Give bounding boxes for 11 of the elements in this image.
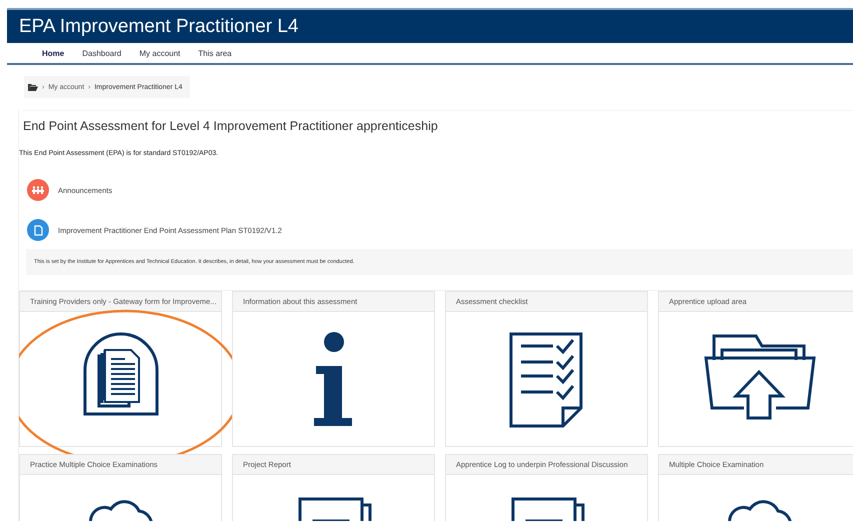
nav-link[interactable]: Dashboard <box>73 48 130 58</box>
page-heading: End Point Assessment for Level 4 Improvement Practitioner apprenticeship <box>23 110 853 133</box>
folder-icon <box>28 83 38 91</box>
folder-upload-icon <box>704 332 816 420</box>
checklist-icon <box>508 332 584 428</box>
nav-link[interactable]: Home <box>33 48 74 58</box>
documents-icon <box>82 332 158 416</box>
nav-link[interactable]: This area <box>189 48 241 58</box>
nav-link[interactable]: My account <box>130 48 190 58</box>
info-icon <box>314 332 354 428</box>
site-title: EPA Improvement Practitioner L4 <box>19 16 298 38</box>
